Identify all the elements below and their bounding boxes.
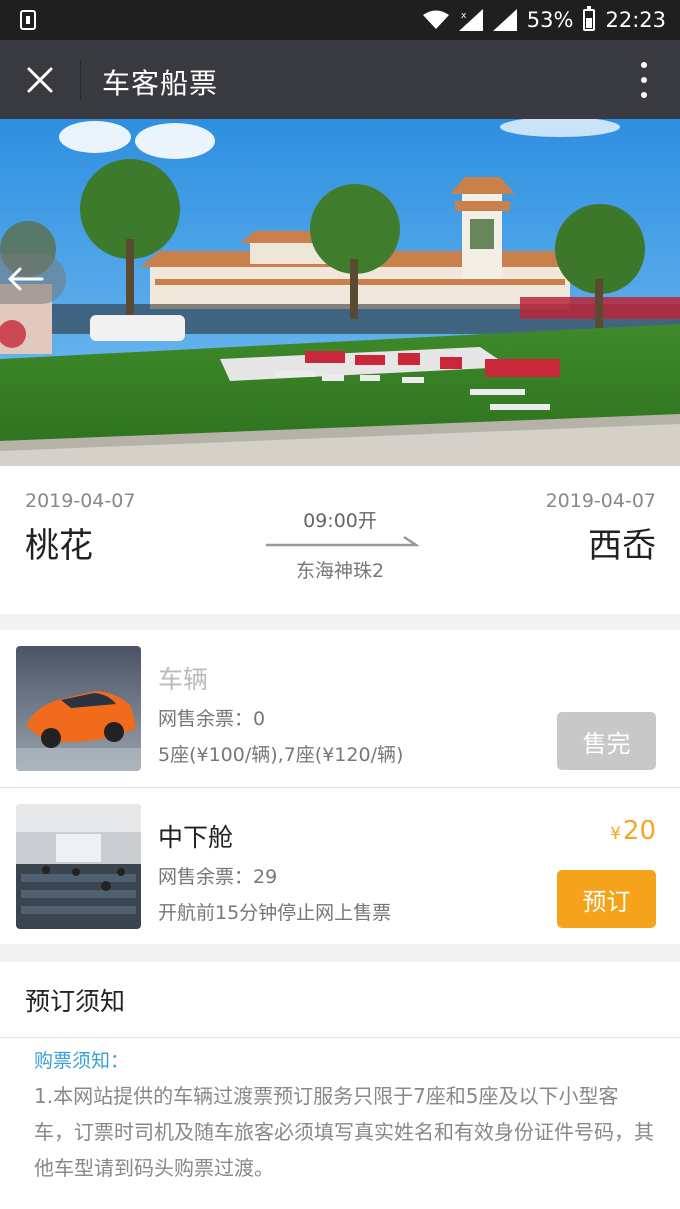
download-notification-icon <box>20 10 36 30</box>
battery-percent: 53% <box>526 8 574 32</box>
battery-icon <box>583 6 596 31</box>
terminal-photo-illustration <box>0 119 680 466</box>
status-icons: x 53% 22:23 <box>422 6 666 33</box>
close-icon <box>27 67 53 92</box>
book-button[interactable]: 预订 <box>557 870 656 928</box>
notice-divider <box>0 1037 680 1038</box>
ticket-price-note: 5座(¥100/辆),7座(¥120/辆) <box>158 744 404 766</box>
vehicle-thumbnail <box>16 646 141 771</box>
ticket-price: ¥20 <box>610 816 656 846</box>
route-summary: 2019-04-07 桃花 09:00开 东海神珠2 2019-04-07 西岙 <box>0 466 680 614</box>
ticket-name: 车辆 <box>158 665 209 694</box>
status-bar: x 53% 22:23 <box>0 0 680 40</box>
page-title: 车客船票 <box>102 67 219 100</box>
ticket-item-lower-cabin: 中下舱 网售余票：29 开航前15分钟停止网上售票 ¥20 预订 <box>0 787 680 944</box>
arrow-left-icon <box>8 267 44 291</box>
arrival-port: 西岙 <box>588 526 656 566</box>
signal-icon-sim2 <box>492 9 517 31</box>
ticket-name: 中下舱 <box>158 823 234 852</box>
cabin-thumbnail <box>16 804 141 929</box>
wifi-icon <box>422 10 449 30</box>
ticket-item-vehicle: 车辆 网售余票：0 5座(¥100/辆),7座(¥120/辆) 售完 <box>0 630 680 787</box>
ticket-sale-note: 开航前15分钟停止网上售票 <box>158 902 392 924</box>
arrival-date: 2019-04-07 <box>545 490 656 512</box>
ship-name: 东海神珠2 <box>295 560 385 582</box>
back-button[interactable] <box>0 254 66 304</box>
ticket-list: 车辆 网售余票：0 5座(¥100/辆),7座(¥120/辆) 售完 中下舱 网… <box>0 630 680 944</box>
notice-title: 预订须知 <box>25 987 126 1016</box>
currency-symbol: ¥ <box>610 824 621 844</box>
price-value: 20 <box>622 816 656 846</box>
notice-subtitle: 购票须知： <box>34 1050 130 1072</box>
svg-text:x: x <box>461 11 467 21</box>
route-arrow-icon <box>266 535 419 547</box>
clock: 22:23 <box>605 8 666 32</box>
close-button[interactable] <box>0 40 80 119</box>
ticket-remaining: 网售余票：0 <box>158 708 266 730</box>
more-vertical-icon <box>641 62 647 68</box>
soldout-button[interactable]: 售完 <box>557 712 656 770</box>
terminal-photo <box>0 119 680 466</box>
title-divider <box>80 60 81 100</box>
title-bar: 车客船票 <box>0 40 680 119</box>
more-menu-button[interactable] <box>638 62 650 98</box>
notice-body: 1.本网站提供的车辆过渡票预订服务只限于7座和5座及以下小型客车，订票时司机及随… <box>34 1084 654 1180</box>
booking-notice: 预订须知 购票须知： 1.本网站提供的车辆过渡票预订服务只限于7座和5座及以下小… <box>0 962 680 1209</box>
ticket-remaining: 网售余票：29 <box>158 866 278 888</box>
signal-icon-sim1: x <box>458 9 483 31</box>
